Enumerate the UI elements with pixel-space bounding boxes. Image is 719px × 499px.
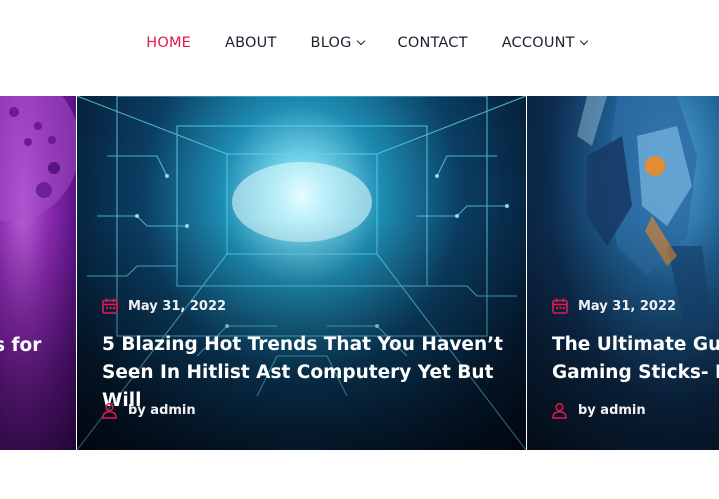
user-icon xyxy=(102,403,117,419)
main-nav: HOME ABOUT BLOG CONTACT ACCOUNT xyxy=(0,0,719,86)
user-icon xyxy=(552,403,567,419)
post-slider: s for xyxy=(0,96,719,450)
slide-card[interactable]: May 31, 2022 The Ultimate Guid Gaming St… xyxy=(527,96,719,450)
nav-menu: HOME ABOUT BLOG CONTACT ACCOUNT xyxy=(132,35,588,51)
post-author-text: by admin xyxy=(128,403,196,418)
nav-item-about[interactable]: ABOUT xyxy=(225,35,277,51)
nav-item-home[interactable]: HOME xyxy=(146,35,191,51)
post-author[interactable]: by admin xyxy=(551,402,646,419)
nav-item-account[interactable]: ACCOUNT xyxy=(501,35,588,51)
post-title[interactable]: s for xyxy=(0,332,41,360)
slide-card[interactable]: s for xyxy=(0,96,76,450)
chevron-down-icon xyxy=(579,36,588,46)
post-title-line: The Ultimate Guid xyxy=(552,334,719,355)
post-author[interactable]: by admin xyxy=(101,402,196,419)
nav-item-contact[interactable]: CONTACT xyxy=(398,35,468,51)
nav-item-label: HOME xyxy=(146,35,192,51)
slide-card[interactable]: May 31, 2022 5 Blazing Hot Trends That Y… xyxy=(77,96,526,450)
nav-item-blog[interactable]: BLOG xyxy=(310,35,365,51)
nav-item-label: BLOG xyxy=(310,35,352,51)
post-date-text: May 31, 2022 xyxy=(128,298,227,314)
post-title[interactable]: The Ultimate Guid Gaming Sticks- Re xyxy=(552,331,719,387)
post-date-text: May 31, 2022 xyxy=(578,298,677,314)
post-title-line: 5 Blazing Hot Trends That You Haven’t xyxy=(102,334,503,355)
chevron-down-icon xyxy=(356,36,365,46)
calendar-icon xyxy=(552,298,568,314)
nav-item-label: CONTACT xyxy=(397,35,468,51)
post-date: May 31, 2022 xyxy=(101,297,226,315)
post-title-line: Gaming Sticks- Re xyxy=(552,362,719,383)
post-author-text: by admin xyxy=(578,403,646,418)
nav-item-label: ACCOUNT xyxy=(501,35,575,51)
nav-item-label: ABOUT xyxy=(225,35,277,51)
calendar-icon xyxy=(102,298,118,314)
post-date: May 31, 2022 xyxy=(551,297,676,315)
